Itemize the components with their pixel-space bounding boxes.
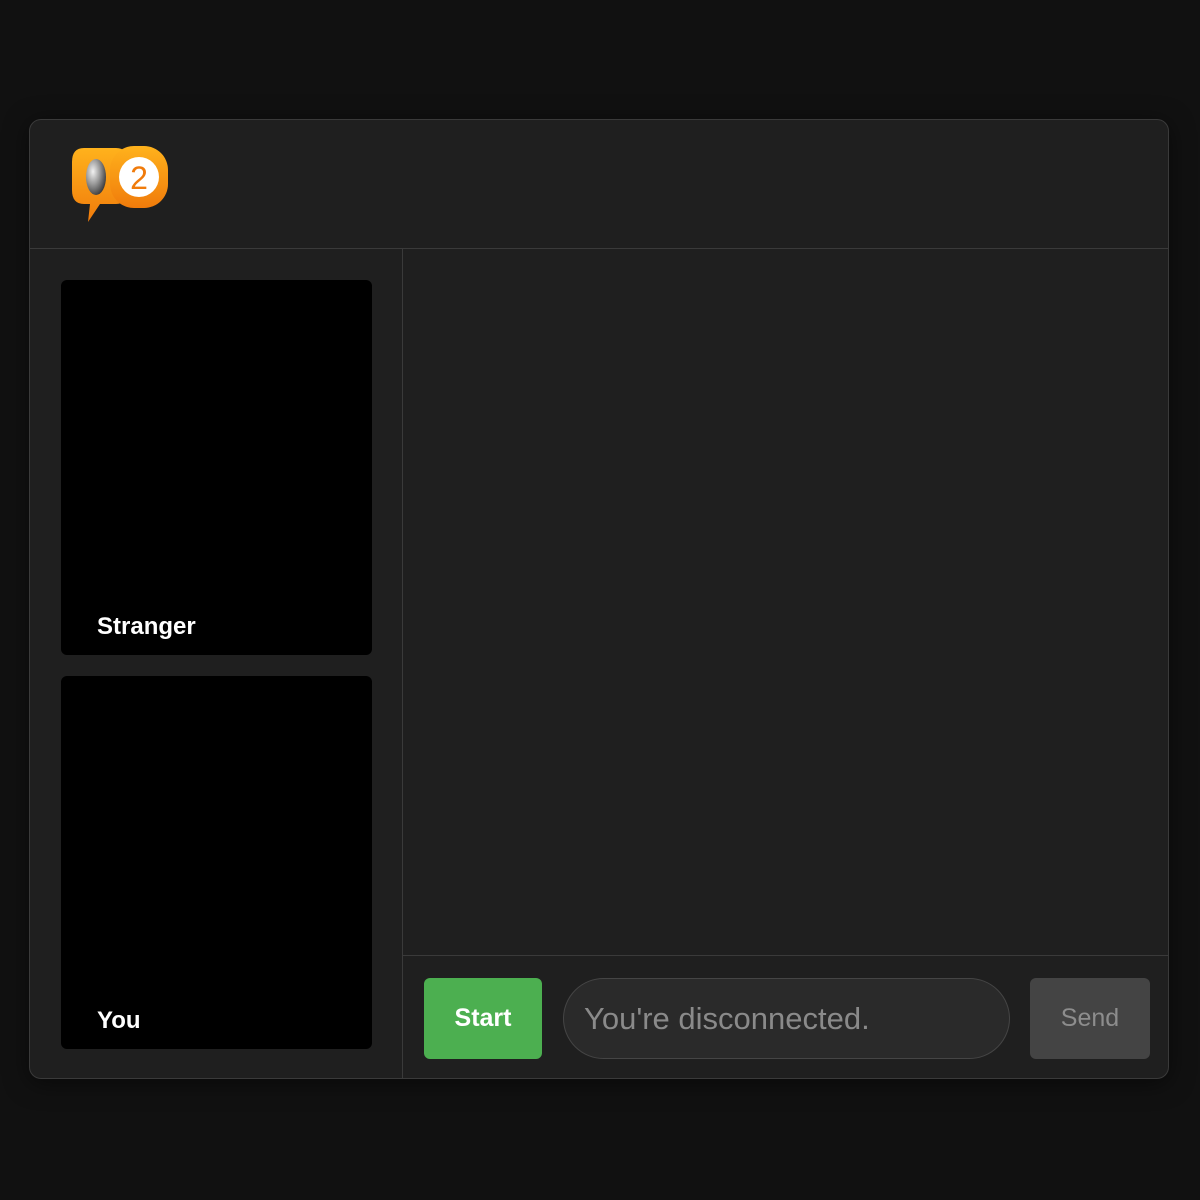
stranger-video-label: Stranger [97, 613, 196, 640]
message-input[interactable] [563, 978, 1010, 1059]
self-video: You [61, 676, 372, 1049]
send-button[interactable]: Send [1030, 978, 1150, 1059]
header-bar: 2 [30, 120, 1168, 249]
chat-app-window: 2 Stranger You Start Send [29, 119, 1169, 1079]
logo-number: 2 [130, 160, 148, 196]
chat-log[interactable] [403, 249, 1168, 956]
self-video-label: You [97, 1007, 141, 1034]
video-sidebar: Stranger You [30, 249, 403, 1078]
stranger-video: Stranger [61, 280, 372, 655]
chat-bubbles-logo-icon: 2 [72, 146, 168, 222]
start-button[interactable]: Start [424, 978, 542, 1059]
chat-controls: Start Send [403, 956, 1168, 1078]
